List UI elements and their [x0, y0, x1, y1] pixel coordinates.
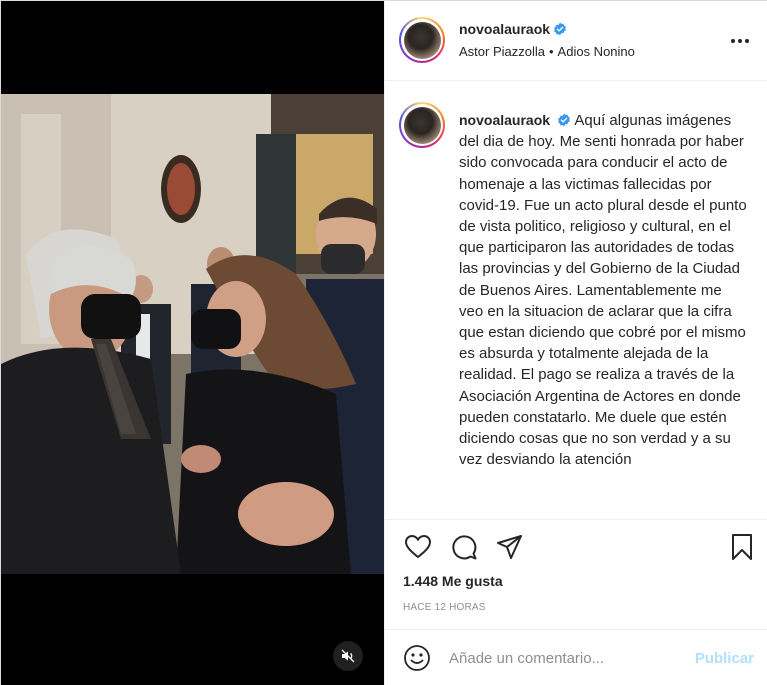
avatar[interactable]	[399, 17, 445, 63]
post-side-panel: novoalauraok Astor Piazzolla • Adios Nonin…	[384, 1, 767, 685]
mute-audio-button[interactable]	[333, 641, 363, 671]
post-media[interactable]	[1, 1, 384, 685]
audio-info[interactable]: Astor Piazzolla • Adios Nonino	[459, 44, 635, 59]
emoji-button[interactable]	[403, 644, 431, 672]
post-header: novoalauraok Astor Piazzolla • Adios Nonin…	[385, 1, 767, 81]
post-timestamp[interactable]: HACE 12 HORAS	[403, 602, 486, 613]
bookmark-icon	[732, 534, 752, 560]
publish-button[interactable]: Publicar	[695, 650, 754, 667]
heart-icon	[405, 535, 431, 559]
more-options-button[interactable]	[728, 31, 752, 51]
audio-separator: •	[548, 44, 554, 59]
caption-body: Aquí algunas imágenes del dia de hoy. Me…	[459, 112, 747, 469]
like-button[interactable]	[403, 532, 433, 562]
verified-badge-icon	[554, 22, 566, 36]
share-button[interactable]	[495, 532, 525, 562]
paper-plane-icon	[497, 535, 522, 559]
header-username[interactable]: novoalauraok	[459, 21, 550, 37]
emoji-smiley-icon	[404, 645, 430, 671]
more-options-icon	[731, 39, 749, 43]
comment-bubble-icon	[452, 535, 477, 560]
caption-avatar[interactable]	[399, 102, 445, 148]
save-button[interactable]	[727, 532, 757, 562]
header-user: novoalauraok	[459, 21, 567, 37]
audio-artist: Astor Piazzolla	[459, 44, 545, 59]
audio-title: Adios Nonino	[557, 44, 635, 59]
likes-count[interactable]: 1.448 Me gusta	[403, 573, 503, 589]
comment-button[interactable]	[449, 532, 479, 562]
instagram-post: novoalauraok Astor Piazzolla • Adios Nonin…	[0, 0, 767, 685]
post-actions: 1.448 Me gusta HACE 12 HORAS	[385, 519, 767, 629]
caption-text: novoalauraok Aquí algunas imágenes del d…	[459, 110, 747, 470]
comment-input[interactable]	[449, 646, 679, 670]
verified-badge-icon	[558, 113, 570, 127]
caption-username[interactable]: novoalauraok	[459, 112, 550, 128]
speaker-muted-icon	[341, 649, 355, 663]
post-photo[interactable]	[1, 94, 384, 574]
comment-bar: Publicar	[385, 629, 767, 685]
post-caption: novoalauraok Aquí algunas imágenes del d…	[385, 82, 767, 519]
